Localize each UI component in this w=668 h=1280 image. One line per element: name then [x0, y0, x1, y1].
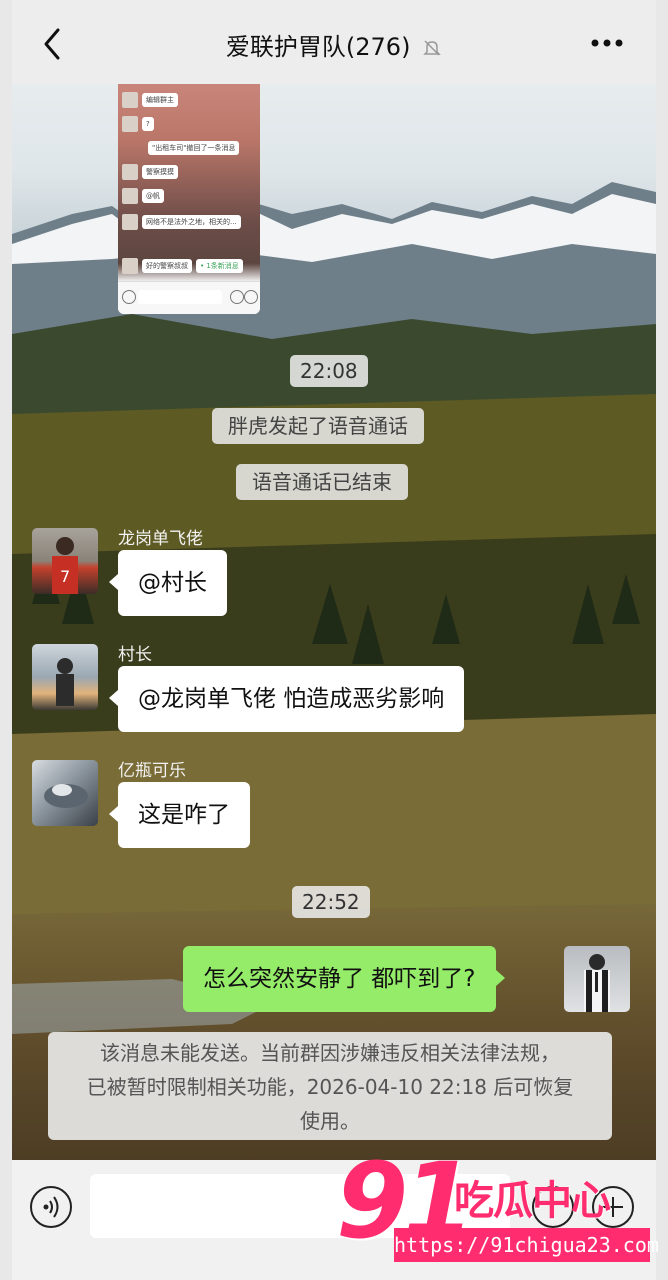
svg-text:7: 7: [60, 567, 70, 586]
thumb-text: "出租车司"撤回了一条消息: [148, 141, 240, 155]
avatar[interactable]: [32, 760, 98, 826]
sender-name: 亿瓶可乐: [118, 761, 186, 781]
chat-title: 爱联护胃队(276): [12, 27, 656, 62]
my-avatar[interactable]: [564, 946, 630, 1012]
thumb-text: 编辑群主: [142, 93, 178, 107]
notice-line: 该消息未能发送。当前群因涉嫌违反相关法律法规，: [100, 1041, 560, 1065]
notice-line: 已被暂时限制相关功能，2026-04-10 22:18 后可恢复: [86, 1075, 574, 1099]
sender-name: 村长: [118, 645, 152, 665]
send-failure-notice: 该消息未能发送。当前群因涉嫌违反相关法律法规， 已被暂时限制相关功能，2026-…: [48, 1032, 612, 1140]
watermark-url: https://91chigua23.com: [394, 1228, 659, 1262]
thumb-text: 网络不是法外之地，相关的...: [142, 215, 241, 229]
timestamp: 22:08: [290, 355, 368, 387]
voice-input-icon[interactable]: [30, 1186, 72, 1228]
watermark-text: 吃瓜中心: [454, 1178, 611, 1224]
thumb-text: 好的警察叔叔: [142, 259, 192, 273]
notice-line: 使用。: [300, 1109, 360, 1133]
message-bubble[interactable]: 这是咋了: [109, 782, 250, 848]
chat-header: 爱联护胃队(276): [12, 0, 656, 84]
watermark: 91 吃瓜中心 https://91chigua23.com: [330, 1140, 660, 1270]
avatar[interactable]: [32, 644, 98, 710]
message-bubble[interactable]: @村长: [109, 550, 227, 616]
thumb-text: ?: [142, 117, 154, 131]
right-frame: [656, 0, 668, 1280]
thumb-input-bar: [118, 281, 260, 314]
group-name: 爱联护胃队(276): [225, 33, 411, 61]
more-dots-icon[interactable]: [590, 38, 624, 48]
sender-name: 龙岗单飞佬: [118, 529, 203, 549]
thumb-text: 警察摸摸: [142, 165, 178, 179]
my-message-bubble[interactable]: 怎么突然安静了 都吓到了?: [183, 946, 505, 1012]
thumb-text: • 1条新消息: [196, 259, 243, 273]
left-frame: [0, 0, 12, 1280]
message-bubble[interactable]: @龙岗单飞佬 怕造成恶劣影响: [108, 666, 465, 732]
system-message: 胖虎发起了语音通话: [212, 408, 424, 444]
chat-screen: 爱联护胃队(276) 编辑群主 ? "出租车司"撤回了一条消息 警察摸摸 @帆 …: [0, 0, 668, 1280]
bell-off-icon: [423, 40, 441, 56]
system-message: 语音通话已结束: [236, 464, 408, 500]
thumb-text: @帆: [142, 189, 164, 203]
avatar[interactable]: 7: [32, 528, 98, 594]
timestamp: 22:52: [292, 886, 370, 918]
screenshot-image-message[interactable]: 编辑群主 ? "出租车司"撤回了一条消息 警察摸摸 @帆 网络不是法外之地，相关…: [118, 84, 260, 314]
